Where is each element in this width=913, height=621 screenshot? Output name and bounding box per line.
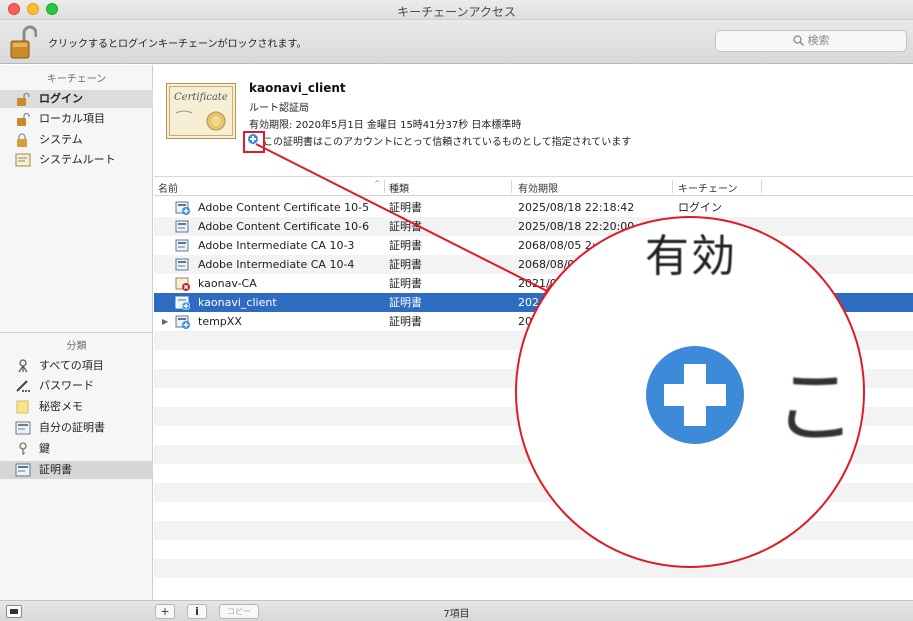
cell-name: Adobe Intermediate CA 10-4 (198, 258, 355, 271)
sidebar-item-label: システム (39, 133, 83, 146)
sidebar-divider (0, 332, 153, 333)
sidebar-item-my-certificates[interactable]: 自分の証明書 (0, 419, 153, 437)
sidebar: キーチェーン ログイン ローカル項目 システム システムルート 分類 すべての項… (0, 65, 153, 600)
sidebar-item-label: ローカル項目 (39, 112, 105, 125)
item-count: 7項目 (443, 609, 470, 620)
cell-name: kaonavi_client (198, 296, 277, 309)
certificate-plus-icon (175, 201, 190, 215)
empty-row (154, 559, 913, 578)
certificate-icon (175, 220, 189, 233)
certificate-image-text: Certificate (174, 92, 228, 103)
sidebar-item-login[interactable]: ログイン (0, 90, 153, 108)
sidebar-item-label: 鍵 (39, 442, 50, 455)
column-header-expires[interactable]: 有効期限 (518, 180, 558, 195)
cell-kind: 証明書 (389, 315, 422, 328)
cell-name: tempXX (198, 315, 242, 328)
cell-name: Adobe Content Certificate 10-6 (198, 220, 370, 233)
sidebar-item-label: 自分の証明書 (39, 421, 105, 434)
certificate-icon (15, 463, 31, 477)
certificate-detail: Certificate kaonavi_client ルート認証局 有効期限: … (154, 65, 913, 177)
password-icon (16, 380, 30, 392)
sidebar-item-label: 証明書 (39, 463, 72, 476)
zoom-magnifier: 有効 こ (515, 216, 865, 568)
sidebar-item-label: パスワード (39, 379, 94, 392)
certificate-icon (175, 239, 189, 252)
certificate-invalid-icon (175, 277, 190, 291)
sort-arrow-icon: ^ (374, 179, 381, 188)
column-divider (511, 180, 512, 193)
cell-kind: 証明書 (389, 277, 422, 290)
lock-open-icon (17, 92, 30, 106)
bottom-bar: + i コピー 7項目 (0, 600, 913, 621)
certificate-plus-icon (175, 296, 190, 310)
cell-kind: 証明書 (389, 201, 422, 214)
sidebar-item-all-items[interactable]: すべての項目 (0, 357, 153, 375)
category-header: 分類 (66, 341, 87, 352)
sidebar-item-label: 秘密メモ (39, 400, 83, 413)
cell-expires: 2025/08/18 22:18:42 (518, 201, 635, 214)
table-row[interactable]: Adobe Content Certificate 10-6 証明書 2025/… (154, 217, 913, 236)
disclosure-triangle-icon[interactable]: ▶ (162, 312, 168, 331)
certificate-image: Certificate (166, 83, 236, 139)
search-placeholder: 検索 (807, 34, 830, 47)
window-title: キーチェーンアクセス (397, 5, 516, 19)
keychains-header: キーチェーン (46, 74, 107, 85)
cell-name: Adobe Intermediate CA 10-3 (198, 239, 355, 252)
zoom-plus-icon (646, 346, 744, 444)
highlight-box (243, 131, 265, 153)
sidebar-item-passwords[interactable]: パスワード (0, 377, 153, 395)
certificate-plus-icon (175, 315, 190, 329)
certificate-expiry: 有効期限: 2020年5月1日 金曜日 15時41分37秒 日本標準時 (249, 120, 522, 131)
cell-kind: 証明書 (389, 220, 422, 233)
column-divider (672, 180, 673, 193)
lock-icon (17, 133, 27, 147)
lock-open-icon (17, 112, 30, 126)
column-header-name[interactable]: 名前 (158, 180, 178, 195)
lock-open-icon[interactable] (9, 24, 38, 60)
my-certificate-icon (15, 421, 31, 435)
column-divider (761, 180, 762, 193)
column-divider (384, 180, 385, 193)
sidebar-item-certificates[interactable]: 証明書 (0, 461, 153, 479)
sidebar-item-system[interactable]: システム (0, 131, 153, 149)
sidebar-item-system-roots[interactable]: システムルート (0, 151, 153, 169)
table-header: 名前 ^ 種類 有効期限 キーチェーン (154, 178, 913, 196)
sidebar-item-keys[interactable]: 鍵 (0, 440, 153, 458)
title-bar: キーチェーンアクセス (0, 0, 913, 20)
certificate-issuer: ルート認証局 (249, 103, 309, 114)
cell-keychain: ログイン (678, 201, 722, 214)
zoom-char: こ (774, 360, 857, 455)
sidebar-item-local[interactable]: ローカル項目 (0, 110, 153, 128)
all-items-icon (18, 359, 28, 373)
cell-kind: 証明書 (389, 239, 422, 252)
sidebar-item-label: ログイン (39, 92, 83, 105)
trust-text: この証明書はこのアカウントにとって信頼されているものとして指定されています (263, 137, 632, 148)
cell-name: kaonav-CA (198, 277, 257, 290)
secure-note-icon (16, 400, 29, 414)
column-header-kind[interactable]: 種類 (389, 180, 409, 195)
table-row[interactable]: Adobe Intermediate CA 10-3 証明書 2068/08/0… (154, 236, 913, 255)
search-icon (792, 35, 804, 46)
table-row[interactable]: Adobe Content Certificate 10-5 証明書 2025/… (154, 198, 913, 217)
certificate-icon (175, 258, 189, 271)
cell-kind: 証明書 (389, 296, 422, 309)
cell-kind: 証明書 (389, 258, 422, 271)
sidebar-item-secure-notes[interactable]: 秘密メモ (0, 398, 153, 416)
column-header-keychain[interactable]: キーチェーン (678, 180, 738, 195)
key-icon (19, 442, 27, 455)
zoom-text: 有効 (645, 231, 737, 282)
sidebar-item-label: すべての項目 (39, 359, 104, 372)
cell-name: Adobe Content Certificate 10-5 (198, 201, 370, 214)
certificate-icon (15, 153, 31, 167)
search-input[interactable]: 検索 (715, 30, 907, 52)
certificate-name: kaonavi_client (249, 81, 346, 95)
lock-message: クリックするとログインキーチェーンがロックされます。 (48, 39, 307, 50)
toolbar: クリックするとログインキーチェーンがロックされます。 検索 (0, 20, 913, 64)
sidebar-item-label: システムルート (39, 153, 116, 166)
